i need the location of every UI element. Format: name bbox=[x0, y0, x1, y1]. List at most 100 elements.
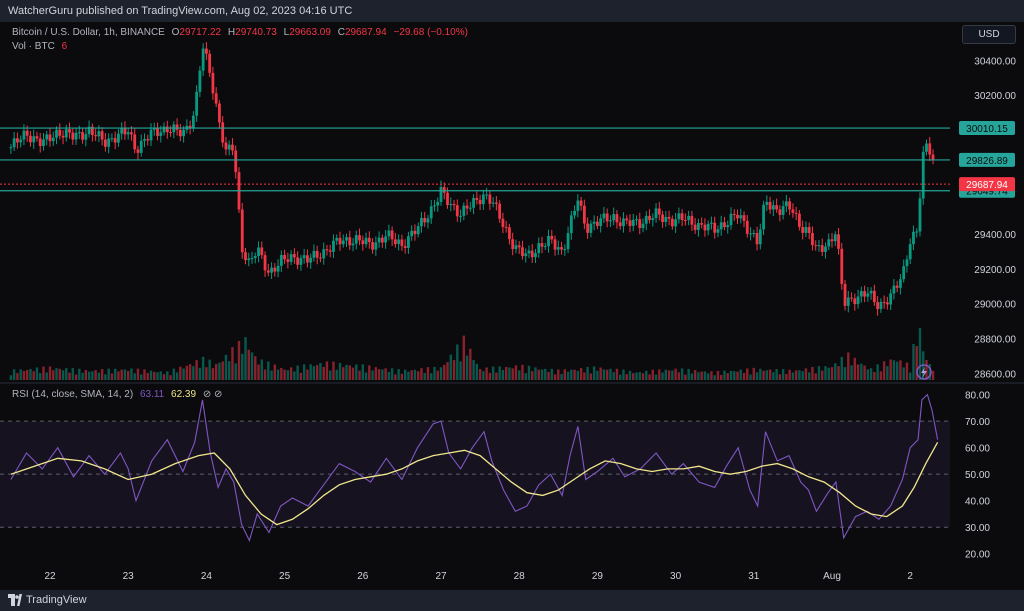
volume-bar bbox=[25, 370, 29, 380]
volume-bar bbox=[162, 374, 166, 380]
level-tag-label: 29826.89 bbox=[966, 156, 1008, 167]
currency-button[interactable]: USD bbox=[962, 25, 1016, 44]
volume-bar bbox=[739, 369, 742, 380]
volume-bar bbox=[755, 372, 759, 380]
volume-bar bbox=[234, 363, 237, 380]
publisher-line: WatcherGuru published on TradingView.com… bbox=[8, 5, 353, 17]
rsi-axis-label: 40.00 bbox=[965, 497, 990, 508]
candle-body bbox=[807, 227, 811, 233]
candle-body bbox=[784, 201, 788, 207]
volume-bar bbox=[276, 369, 280, 380]
time-axis-label: 22 bbox=[44, 571, 56, 582]
volume-bar bbox=[762, 370, 765, 380]
candle-body bbox=[250, 258, 254, 260]
volume-bar bbox=[671, 370, 674, 380]
volume-bar bbox=[866, 369, 870, 380]
candle-body bbox=[51, 137, 55, 142]
volume-bar bbox=[918, 328, 922, 380]
time-axis-label: 2 bbox=[907, 571, 913, 582]
candle-body bbox=[358, 235, 361, 241]
candle-body bbox=[833, 234, 837, 242]
volume-bar bbox=[140, 374, 143, 380]
candle-body bbox=[882, 301, 886, 303]
volume-bar bbox=[237, 340, 241, 380]
candle-body bbox=[560, 247, 563, 250]
candle-body bbox=[143, 139, 146, 141]
candle-body bbox=[332, 240, 335, 252]
candle-body bbox=[664, 216, 668, 223]
candle-body bbox=[439, 187, 443, 202]
time-axis-label: 25 bbox=[279, 571, 291, 582]
volume-bar bbox=[912, 343, 915, 380]
volume-bar bbox=[192, 366, 195, 380]
candle-body bbox=[908, 244, 912, 260]
volume-bar bbox=[446, 362, 449, 380]
volume-bar bbox=[387, 371, 391, 380]
chart-svg[interactable]: 28600.00 28800.00 29000.00 29200.00 29400.00… bbox=[0, 22, 1024, 590]
candle-body bbox=[19, 139, 23, 143]
volume-bar bbox=[91, 371, 94, 380]
volume-bar bbox=[361, 364, 364, 380]
volume-bar bbox=[309, 364, 312, 380]
volume-bar bbox=[364, 372, 368, 380]
volume-bar bbox=[104, 374, 107, 380]
volume-bar bbox=[814, 373, 817, 380]
candle-body bbox=[563, 249, 567, 251]
candle-body bbox=[693, 224, 697, 230]
candle-body bbox=[498, 203, 502, 219]
candle-body bbox=[351, 243, 355, 246]
volume-bar bbox=[710, 371, 713, 380]
candle-body bbox=[811, 232, 814, 246]
volume-bar bbox=[821, 370, 824, 380]
price-axis-label: 29000.00 bbox=[974, 300, 1016, 311]
volume-bar bbox=[697, 372, 700, 380]
candle-body bbox=[631, 219, 635, 226]
volume-bar bbox=[687, 368, 690, 380]
candle-body bbox=[644, 215, 648, 224]
candle-body bbox=[592, 221, 596, 224]
volume-bar bbox=[645, 370, 648, 380]
chart-pane[interactable]: 28600.00 28800.00 29000.00 29200.00 29400.00… bbox=[0, 22, 1024, 590]
candle-body bbox=[126, 132, 130, 135]
rsi-hidden-icons[interactable]: ⊘ ⊘ bbox=[203, 389, 223, 400]
volume-bar bbox=[863, 365, 866, 380]
volume-bar bbox=[788, 369, 791, 380]
volume-bar bbox=[801, 371, 804, 380]
candle-body bbox=[508, 227, 511, 240]
volume-bar bbox=[426, 367, 430, 380]
candle-body bbox=[837, 234, 840, 249]
candle-body bbox=[736, 214, 739, 219]
volume-bar bbox=[648, 374, 651, 380]
volume-bar bbox=[208, 359, 211, 380]
candle-body bbox=[266, 270, 270, 273]
volume-bar bbox=[573, 369, 576, 380]
candle-body bbox=[136, 149, 140, 153]
volume-bar bbox=[117, 371, 120, 380]
candle-body bbox=[325, 249, 329, 251]
volume-bar bbox=[759, 368, 762, 380]
candle-body bbox=[139, 140, 143, 153]
candle-body bbox=[667, 216, 671, 219]
candle-body bbox=[306, 255, 309, 263]
candle-body bbox=[103, 139, 107, 147]
candle-body bbox=[804, 227, 808, 233]
volume-bar bbox=[74, 374, 78, 380]
candle-body bbox=[413, 230, 417, 235]
volume-bar bbox=[902, 367, 905, 380]
volume-bar bbox=[430, 373, 433, 380]
volume-bar bbox=[742, 372, 746, 380]
volume-bar bbox=[9, 375, 13, 380]
volume-bar bbox=[909, 372, 912, 380]
time-axis-label: 23 bbox=[123, 571, 135, 582]
volume-bar bbox=[159, 371, 162, 380]
volume-bar bbox=[602, 369, 606, 380]
volume-bar bbox=[443, 364, 446, 380]
candle-body bbox=[429, 206, 433, 219]
candle-body bbox=[420, 217, 423, 227]
candle-body bbox=[742, 215, 746, 221]
candle-body bbox=[16, 138, 19, 143]
candle-body bbox=[296, 257, 300, 265]
volume-bar bbox=[107, 368, 110, 380]
candle-body bbox=[423, 217, 427, 223]
volume-bar bbox=[736, 371, 739, 380]
